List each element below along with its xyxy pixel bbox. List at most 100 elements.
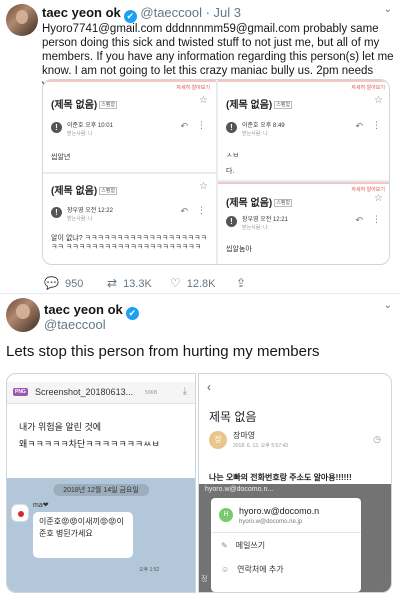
alert-icon: ! <box>226 122 237 133</box>
handle-time[interactable]: @taeccool · Jul 3 <box>140 5 241 20</box>
compose-mail-item: ✎ 메일쓰기 <box>221 541 266 550</box>
spam-tag: 스팸함 <box>274 199 293 207</box>
email-recipient: 받는사람: 나 <box>67 216 93 222</box>
bubble-text: 이준호😡😡이새끼😡😡이 <box>39 517 124 526</box>
email-recipient: 받는사람: 나 <box>242 131 268 137</box>
reply-action[interactable]: 💬 950 <box>44 276 83 290</box>
like-count: 12.8K <box>186 278 216 290</box>
tweet-image-right[interactable]: ‹ 제목 없음 장 장마영 2018. 6. 13. 오후 5:57:43 ◷ … <box>198 373 392 593</box>
share-action[interactable]: ⇪ <box>236 276 252 290</box>
chat-date: 2018년 12월 14일 금요일 <box>53 484 149 496</box>
email-sender: 장우영 오전 12:21 <box>242 217 288 223</box>
email-card[interactable]: 자세히 알아보기 (제목 없음) 스팸함 ☆ ! 장우영 오전 12:21 받는사… <box>218 182 389 264</box>
email-sender: 이준호 오후 8:49 <box>242 123 285 129</box>
email-card[interactable]: (제목 없음) 스팸함 ☆ ! 장우영 오전 12:22 받는사람: 나 ↶ ⋮ … <box>43 174 216 264</box>
attachment-row[interactable]: PNG Screenshot_20180613... 50KB ⤓ <box>7 382 195 404</box>
email-title: (제목 없음) 스팸함 <box>226 100 293 111</box>
email-title: (제목 없음) 스팸함 <box>226 198 293 209</box>
chevron-down-icon[interactable]: ⌄ <box>384 300 392 311</box>
person-add-icon: ☺ <box>221 565 230 574</box>
email-card[interactable]: 자세히 알아보기 (제목 없음) 스팸함 ☆ ! 이준호 오후 10:01 받는사… <box>43 80 216 172</box>
message-line: 왜ㅋㅋㅋㅋㅋ차단ㅋㅋㅋㅋㅋㅋㅋㅆㅂ <box>19 439 160 449</box>
heart-icon: ♡ <box>170 276 181 290</box>
chat-avatar <box>11 504 29 522</box>
spam-tag: 스팸함 <box>99 187 118 195</box>
more-icon: ⋮ <box>372 214 381 224</box>
contact-email: hyoro.w@docomo.n <box>239 506 320 516</box>
reply-icon: 💬 <box>44 276 59 290</box>
tweet-author[interactable]: taec yeon ok ✔ @taeccool · Jul 3 <box>42 5 241 23</box>
chat-area: 2018년 12월 14일 금요일 ma❤ 이준호😡😡이새끼😡😡이 준호 병뒨가… <box>7 478 195 592</box>
add-contact-item: ☺ 연락처에 추가 <box>221 565 284 574</box>
email-body: 씹알놈아 <box>226 246 252 253</box>
more-icon: ⋮ <box>197 205 206 215</box>
cut-off-text: 정 <box>201 576 208 583</box>
email-date: 2018. 6. 13. 오후 5:57:43 <box>233 443 289 449</box>
retweet-icon: ⇄ <box>107 276 118 290</box>
reply-count: 950 <box>64 278 84 290</box>
attachment-size: 50KB <box>145 390 158 396</box>
email-body: 나는 오빠의 전화번호랑 주소도 알아용!!!!!! <box>209 473 352 482</box>
grid-divider <box>43 172 216 174</box>
star-icon: ☆ <box>374 193 383 204</box>
more-icon: ⋮ <box>197 120 206 130</box>
chat-bubble: 이준호😡😡이새끼😡😡이 준호 병뒨가세요 <box>33 512 133 558</box>
tweet-image-left[interactable]: PNG Screenshot_20180613... 50KB ⤓ 내가 위험을… <box>6 373 196 593</box>
tweet-text: Lets stop this person from hurting my me… <box>6 343 320 360</box>
grid-divider <box>216 80 218 264</box>
email-sender: 장마영 <box>233 431 256 440</box>
share-icon: ⇪ <box>236 276 247 290</box>
email-card[interactable]: 자세히 알아보기 (제목 없음) 스팸함 ☆ ! 이준호 오후 8:49 받는사람… <box>218 80 389 180</box>
clock-icon: ◷ <box>373 434 381 444</box>
retweet-count: 13.3K <box>123 278 152 290</box>
star-icon: ☆ <box>199 95 208 106</box>
like-action[interactable]: ♡ 12.8K <box>170 276 216 290</box>
email-recipient: 받는사람: 나 <box>67 131 93 137</box>
author-handle[interactable]: @taeccool <box>44 317 106 332</box>
png-badge: PNG <box>13 388 28 396</box>
email-body: 씹알년 <box>51 154 71 161</box>
download-icon: ⤓ <box>182 386 187 397</box>
avatar[interactable] <box>6 298 40 332</box>
more-link: 자세히 알아보기 <box>351 187 385 193</box>
spam-tag: 스팸함 <box>274 101 293 109</box>
more-link: 자세히 알아보기 <box>351 85 385 91</box>
back-icon: ‹ <box>207 380 211 394</box>
verified-badge-icon: ✔ <box>125 307 139 320</box>
author-name[interactable]: taec yeon ok <box>44 302 123 317</box>
email-recipient: hyoro.w@docomo.n... <box>205 486 274 493</box>
pencil-icon: ✎ <box>221 541 228 550</box>
more-link: 자세히 알아보기 <box>176 85 210 91</box>
reply-icon: ↶ <box>180 206 188 216</box>
chevron-down-icon[interactable]: ⌄ <box>384 4 392 15</box>
bubble-text: 준호 병뒨가세요 <box>39 529 93 538</box>
author-name[interactable]: taec yeon ok <box>42 5 121 20</box>
alert-icon: ! <box>51 207 62 218</box>
reply-icon: ↶ <box>355 121 363 131</box>
alert-icon: ! <box>51 122 62 133</box>
chat-name: ma❤ <box>33 502 49 509</box>
more-icon: ⋮ <box>372 120 381 130</box>
chat-time: 오후 1:52 <box>139 567 160 573</box>
email-title: (제목 없음) 스팸함 <box>51 100 118 111</box>
email-recipient: 받는사람: 나 <box>242 225 268 231</box>
contact-popup: H hyoro.w@docomo.n hyoro.w@docomo.ne.jp … <box>211 498 361 592</box>
popup-divider <box>211 532 361 533</box>
attachment-name: Screenshot_20180613... <box>35 387 134 397</box>
email-body: ㅅㅂ <box>226 152 239 159</box>
star-icon: ☆ <box>374 95 383 106</box>
email-sender: 이준호 오후 10:01 <box>67 123 113 129</box>
reply-icon: ↶ <box>355 215 363 225</box>
contact-avatar: H <box>219 508 233 522</box>
retweet-action[interactable]: ⇄ 13.3K <box>107 276 152 290</box>
message-line: 내가 위험을 알린 것에 <box>19 422 102 432</box>
sender-avatar: 장 <box>209 431 227 449</box>
tweet-divider <box>0 293 400 294</box>
grid-divider <box>218 180 389 182</box>
email-title: (제목 없음) 스팸함 <box>51 186 118 197</box>
avatar[interactable] <box>6 4 38 36</box>
spam-tag: 스팸함 <box>99 101 118 109</box>
email-subject: 제목 없음 <box>209 410 257 424</box>
email-body-extra: 다. <box>226 168 235 175</box>
tweet-image-grid[interactable]: 자세히 알아보기 (제목 없음) 스팸함 ☆ ! 이준호 오후 10:01 받는사… <box>42 79 390 265</box>
